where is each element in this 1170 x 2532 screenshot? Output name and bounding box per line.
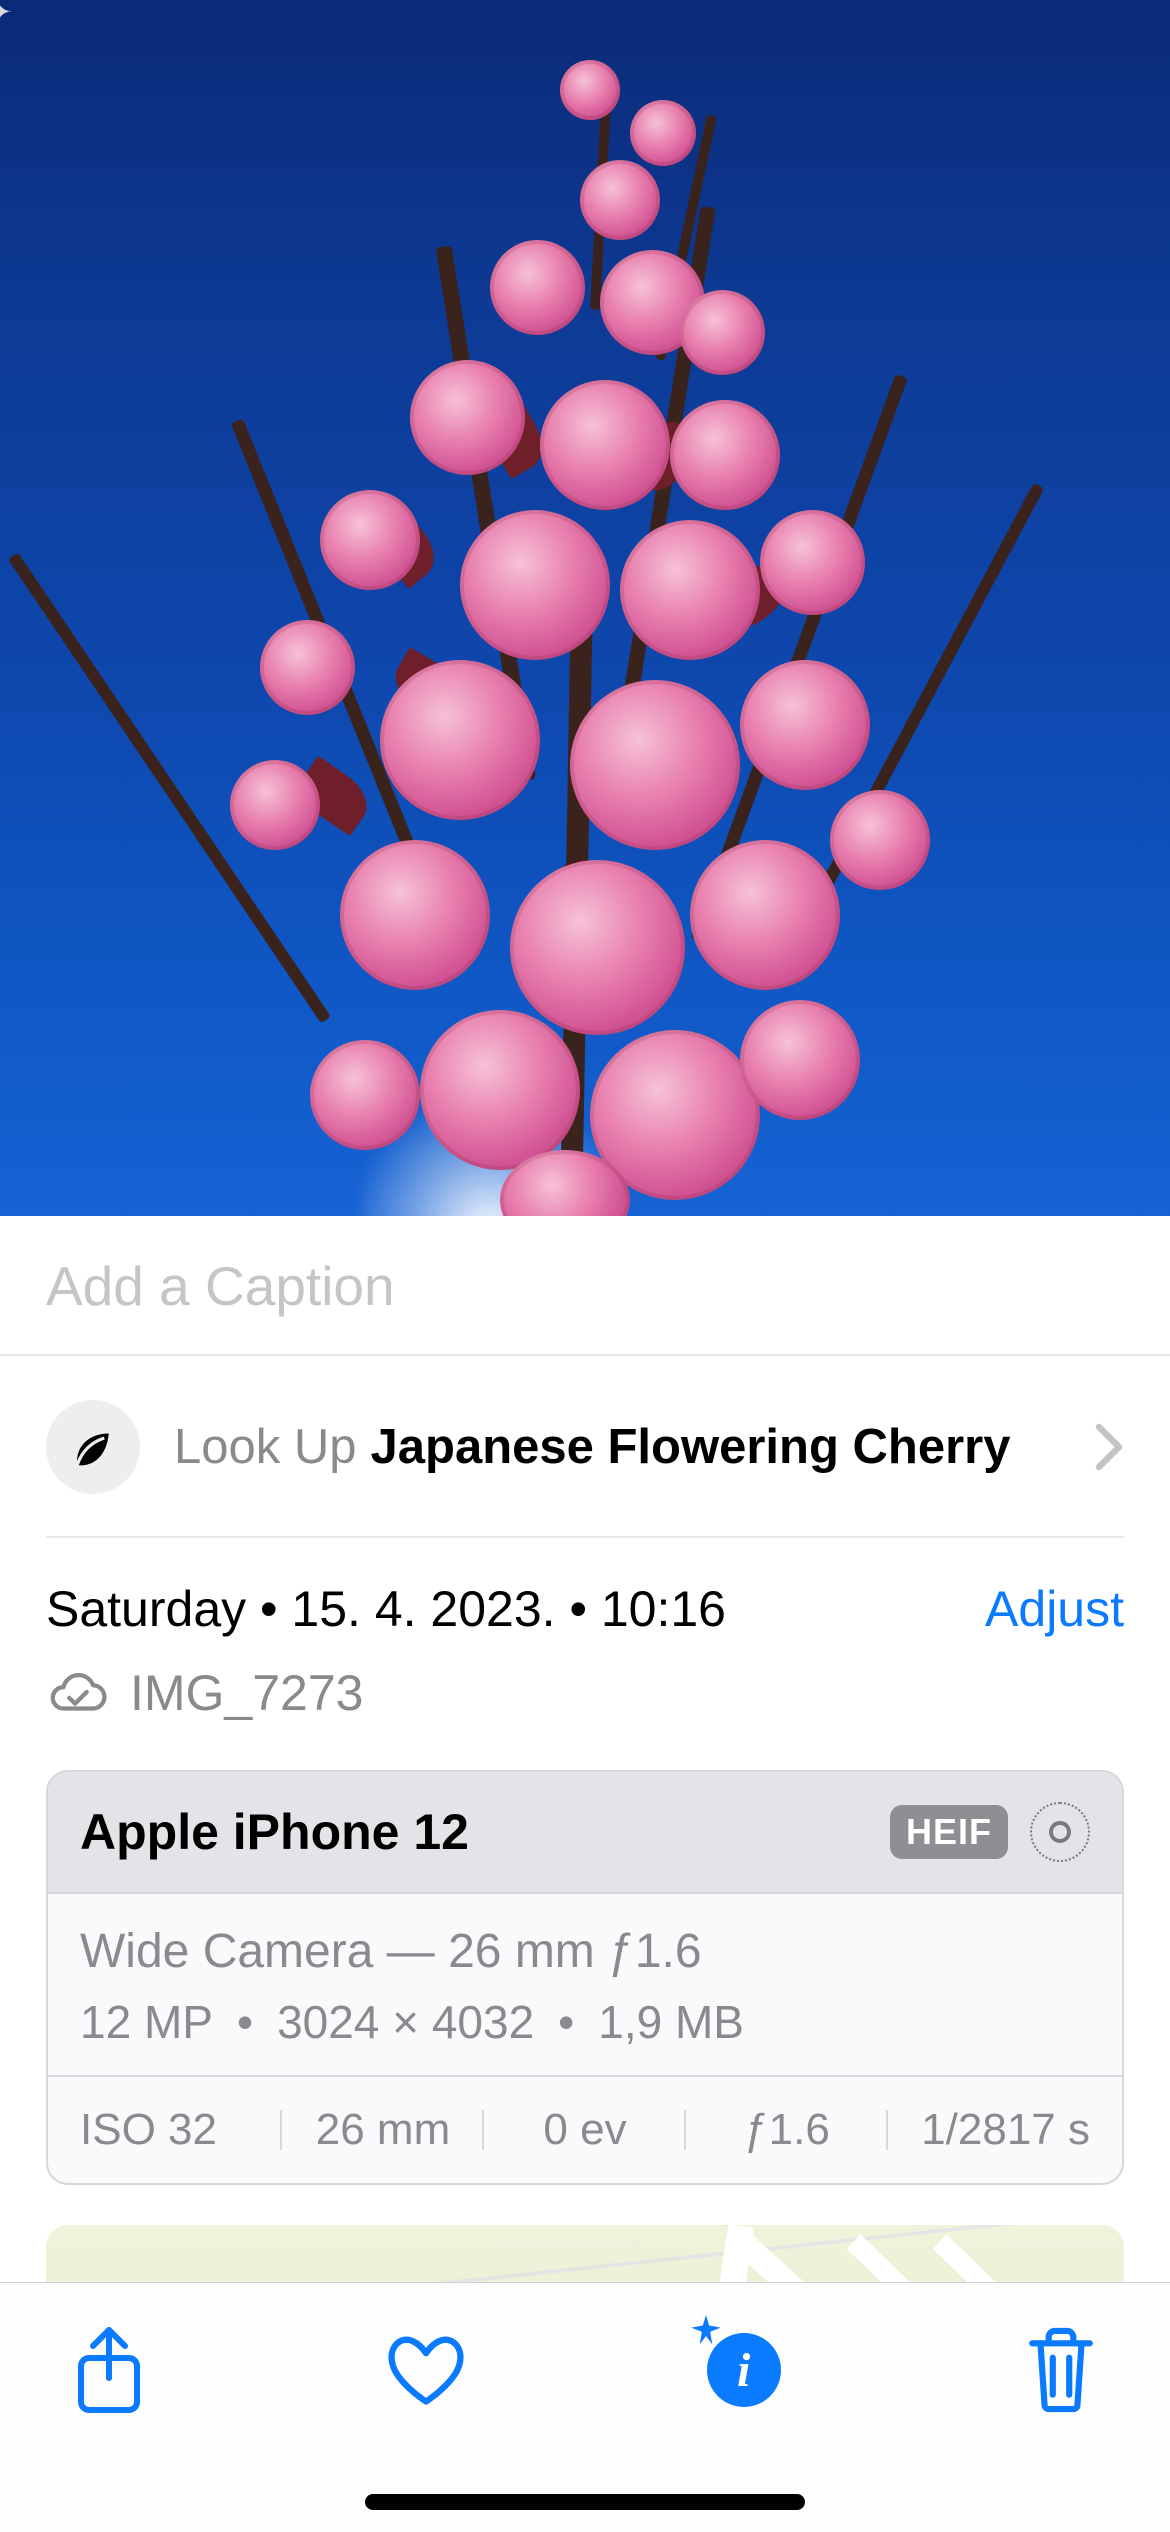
info-button[interactable]: i xyxy=(699,2325,789,2415)
sparkle-icon xyxy=(685,2315,727,2357)
dimensions-label: 12 MP• 3024 × 4032• 1,9 MB xyxy=(80,1995,1090,2049)
format-badge: HEIF xyxy=(890,1805,1008,1859)
filename-label: IMG_7273 xyxy=(130,1664,363,1722)
info-panel: ✦ Look Up Japanese Flowering Cherry Satu… xyxy=(0,1354,1170,2355)
home-indicator[interactable] xyxy=(365,2494,805,2510)
metadata-section: Saturday • 15. 4. 2023. • 10:16 Adjust I… xyxy=(46,1538,1124,2355)
cloud-synced-icon xyxy=(46,1669,108,1717)
exif-shutter: 1/2817 s xyxy=(888,2105,1112,2155)
photo-content xyxy=(170,40,960,1216)
lookup-prefix: Look Up xyxy=(174,1419,357,1475)
adjust-button[interactable]: Adjust xyxy=(985,1580,1124,1638)
delete-button[interactable] xyxy=(1016,2325,1106,2415)
photo-viewer[interactable] xyxy=(0,0,1170,1216)
date-time-label: Saturday • 15. 4. 2023. • 10:16 xyxy=(46,1580,726,1638)
sparkle-icon: ✦ xyxy=(0,0,14,36)
leaf-icon xyxy=(46,1400,140,1494)
share-button[interactable] xyxy=(64,2325,154,2415)
exif-row: ISO 32 26 mm 0 ev ƒ1.6 1/2817 s xyxy=(48,2077,1122,2183)
exif-aperture: ƒ1.6 xyxy=(686,2105,888,2155)
exif-focal: 26 mm xyxy=(282,2105,484,2155)
lens-label: Wide Camera — 26 mm ƒ1.6 xyxy=(80,1924,1090,1979)
lens-icon xyxy=(1030,1802,1090,1862)
caption-section xyxy=(0,1216,1170,1354)
lookup-subject: Japanese Flowering Cherry xyxy=(371,1419,1011,1475)
caption-input[interactable] xyxy=(46,1254,1124,1318)
device-label: Apple iPhone 12 xyxy=(80,1803,469,1861)
camera-card: Apple iPhone 12 HEIF Wide Camera — 26 mm… xyxy=(46,1770,1124,2185)
favorite-button[interactable] xyxy=(381,2325,471,2415)
visual-lookup-row[interactable]: ✦ Look Up Japanese Flowering Cherry xyxy=(46,1356,1124,1538)
exif-ev: 0 ev xyxy=(484,2105,686,2155)
chevron-right-icon xyxy=(1094,1422,1124,1472)
exif-iso: ISO 32 xyxy=(58,2105,282,2155)
